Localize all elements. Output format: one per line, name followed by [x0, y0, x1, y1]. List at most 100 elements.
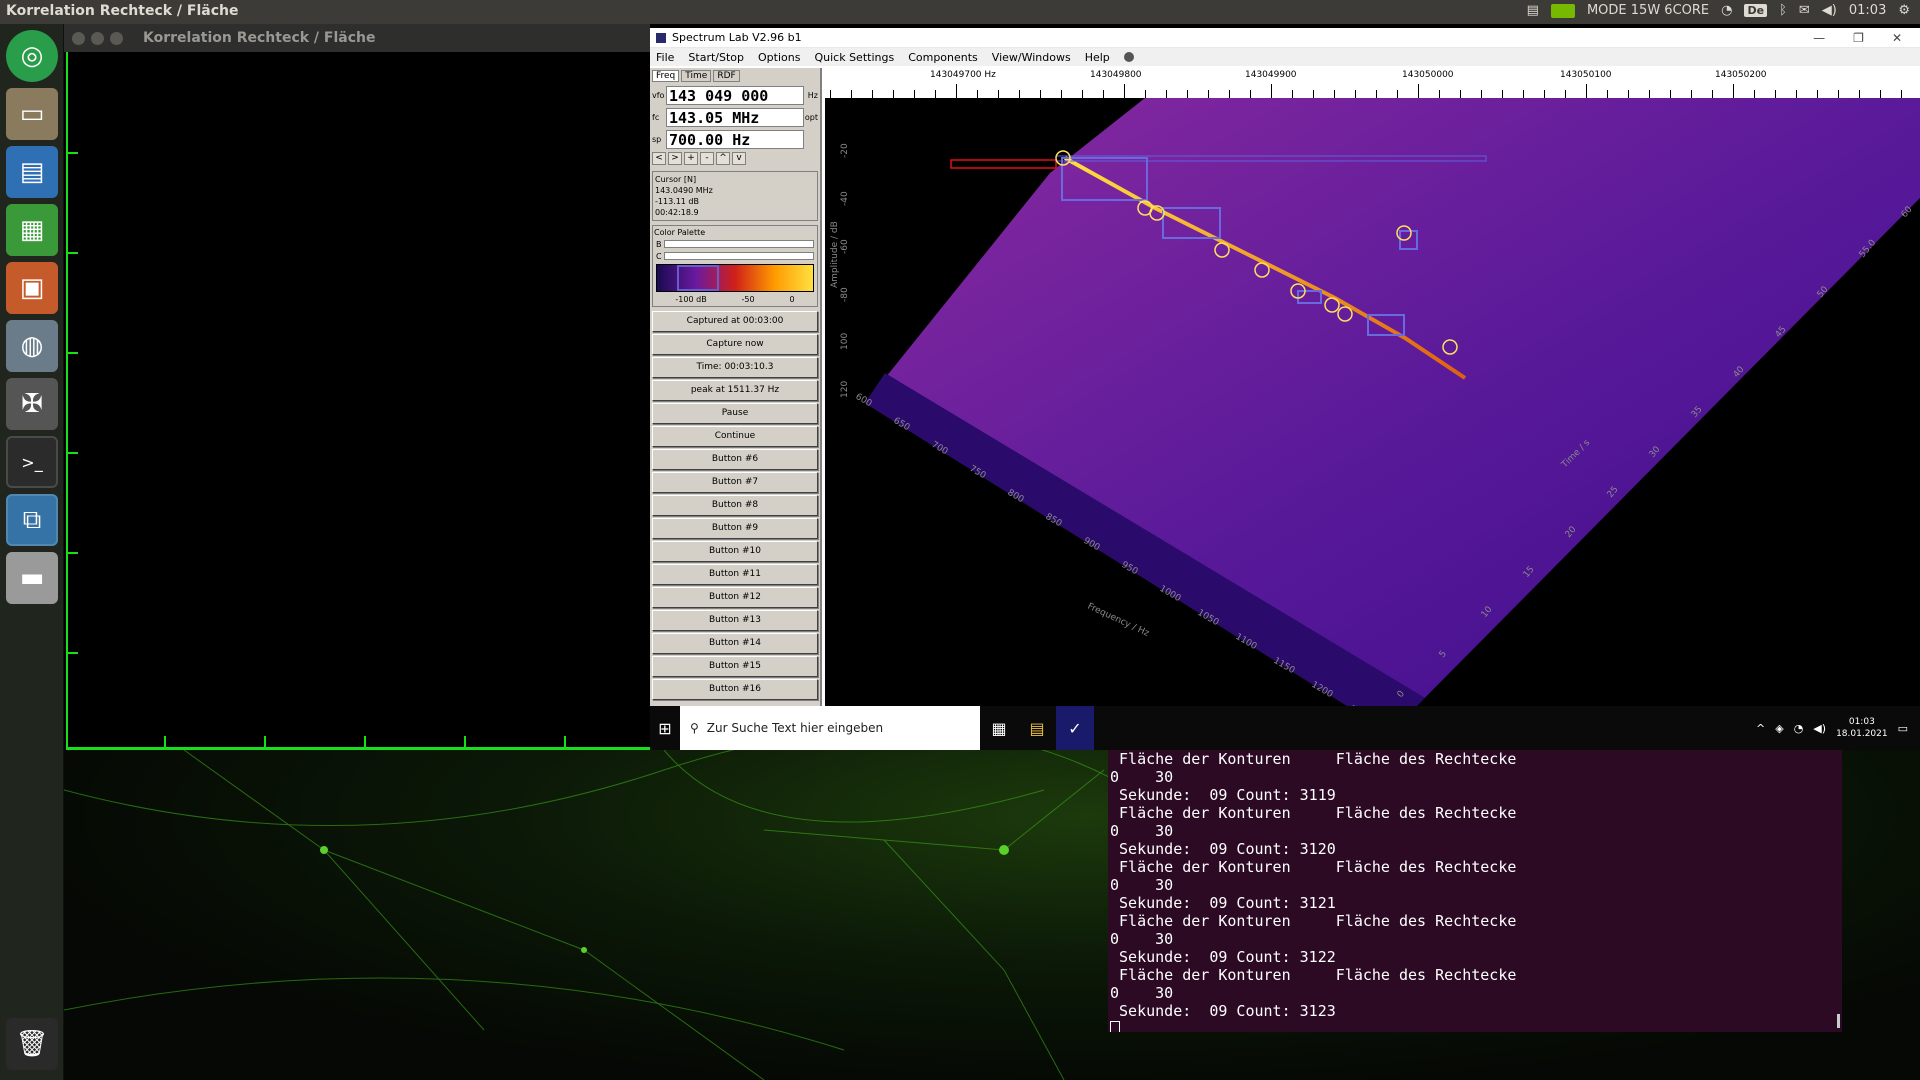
x-tick [264, 736, 266, 748]
menu-view-windows[interactable]: View/Windows [992, 51, 1071, 64]
panel-button[interactable]: Button #7 [652, 472, 818, 493]
panel-button[interactable]: peak at 1511.37 Hz [652, 380, 818, 401]
trash-icon[interactable]: 🗑 [6, 1018, 58, 1070]
tab-rdf[interactable]: RDF [713, 70, 740, 82]
wifi-icon[interactable]: ◔ [1721, 3, 1732, 18]
panel-button[interactable]: Pause [652, 403, 818, 424]
power-mode-label[interactable]: MODE 15W 6CORE [1587, 3, 1709, 18]
terminal-line: Sekunde: 09 Count: 3123 [1110, 1002, 1336, 1020]
panel-button[interactable]: Button #11 [652, 564, 818, 585]
panel-button[interactable]: Capture now [652, 334, 818, 355]
3d-waterfall-view[interactable]: 143049700 Hz 143049800 143049900 143050000 1… [825, 68, 1920, 706]
mail-icon[interactable]: ✉ [1799, 3, 1810, 18]
notification-icon[interactable]: ▭ [1898, 722, 1908, 735]
menu-file[interactable]: File [656, 51, 674, 64]
minimize-icon[interactable] [91, 31, 104, 45]
volume-icon[interactable]: ◀) [1822, 3, 1837, 18]
panel-button[interactable]: Time: 00:03:10.3 [652, 357, 818, 378]
terminal-line: Sekunde: 09 Count: 3122 [1110, 948, 1336, 966]
menu-start-stop[interactable]: Start/Stop [688, 51, 744, 64]
spectrum-lab-titlebar[interactable]: Spectrum Lab V2.96 b1 — ❐ ✕ [650, 28, 1920, 48]
sp-field[interactable]: 700.00 Hz [666, 129, 804, 149]
search-box[interactable]: ⚲ Zur Suche Text hier eingeben [680, 706, 980, 750]
windows-taskbar: ⊞ ⚲ Zur Suche Text hier eingeben ▦ ▤ ✓ ^… [650, 706, 1920, 750]
menu-help[interactable]: Help [1085, 51, 1110, 64]
down-button[interactable]: v [732, 152, 746, 165]
terminal-window[interactable]: Fläche der Konturen Fläche des Rechtecke… [1108, 750, 1842, 1032]
x-tick [364, 736, 366, 748]
software-center-icon[interactable]: ◍ [6, 320, 58, 372]
panel-button[interactable]: Captured at 00:03:00 [652, 311, 818, 332]
menu-quick-settings[interactable]: Quick Settings [814, 51, 894, 64]
color-palette-group: Color Palette B C -100 dB -50 0 [652, 225, 818, 307]
color-palette-bar[interactable] [656, 264, 814, 292]
minimize-icon[interactable]: — [1813, 31, 1825, 45]
files-icon[interactable]: ▭ [6, 88, 58, 140]
zoom-in-button[interactable]: + [684, 152, 698, 165]
windows-start-icon[interactable]: ⊞ [650, 719, 680, 738]
contrast-slider[interactable]: C [654, 250, 816, 262]
panel-button[interactable]: Continue [652, 426, 818, 447]
shift-left-button[interactable]: < [652, 152, 666, 165]
restore-icon[interactable]: ❐ [1853, 31, 1864, 45]
panel-button[interactable]: Button #12 [652, 587, 818, 608]
spectrum-lab-taskbar-icon[interactable]: ✓ [1056, 706, 1094, 750]
vfo-field[interactable]: 143 049 000 [666, 85, 804, 105]
up-button[interactable]: ^ [716, 152, 730, 165]
terminal-prompt[interactable] [1108, 1020, 1842, 1032]
windows-clock[interactable]: 01:03 18.01.2021 [1836, 716, 1888, 740]
settings-gear-icon[interactable]: ⚙ [1898, 3, 1910, 18]
cursor-level: -113.11 dB [655, 197, 699, 206]
frequency-label: 143050000 [1402, 70, 1454, 80]
system-settings-icon[interactable]: ✠ [6, 378, 58, 430]
chevron-up-icon[interactable]: ^ [1756, 722, 1765, 735]
panel-button[interactable]: Button #16 [652, 679, 818, 700]
fc-field[interactable]: 143.05 MHz [666, 107, 804, 127]
explorer-icon[interactable]: ▤ [1018, 706, 1056, 750]
clipboard-icon[interactable]: ▤ [1527, 3, 1539, 18]
terminal-scrollbar[interactable] [1837, 1014, 1840, 1028]
panel-button[interactable]: Button #14 [652, 633, 818, 654]
panel-button[interactable]: Button #6 [652, 449, 818, 470]
network-icon[interactable]: ◈ [1775, 722, 1783, 735]
terminal-line: Fläche der Konturen Fläche des Rechtecke [1110, 966, 1517, 984]
ubuntu-home-icon[interactable]: ◎ [6, 30, 58, 82]
highlight-bar [950, 159, 1057, 169]
panel-button[interactable]: Button #13 [652, 610, 818, 631]
tab-time[interactable]: Time [681, 70, 712, 82]
brightness-slider[interactable]: B [654, 238, 816, 250]
terminal-line: 0 30 [1110, 876, 1174, 894]
panel-button[interactable]: Button #10 [652, 541, 818, 562]
terminal-line: Fläche der Konturen Fläche des Rechtecke [1110, 912, 1517, 930]
panel-button[interactable]: Button #15 [652, 656, 818, 677]
volume-icon[interactable]: ◀) [1813, 722, 1826, 735]
correlation-window-titlebar[interactable]: Korrelation Rechteck / Fläche [64, 24, 650, 52]
maximize-icon[interactable] [110, 31, 123, 45]
terminal-icon[interactable]: >_ [6, 436, 58, 488]
menu-components[interactable]: Components [908, 51, 978, 64]
wifi-icon[interactable]: ◔ [1794, 722, 1804, 735]
python-icon[interactable]: ⧉ [6, 494, 58, 546]
palette-title: Color Palette [654, 228, 706, 237]
drive-icon[interactable]: ▬ [6, 552, 58, 604]
clock[interactable]: 01:03 [1849, 3, 1886, 18]
shift-right-button[interactable]: > [668, 152, 682, 165]
close-icon[interactable]: ✕ [1892, 31, 1902, 45]
frequency-tick-label: 600 [854, 392, 874, 409]
terminal-line: 0 30 [1110, 930, 1174, 948]
3d-spectrum-plot[interactable]: -20-40-60-80100120 600650700750800850900… [825, 98, 1920, 706]
menu-options[interactable]: Options [758, 51, 800, 64]
calc-icon[interactable]: ▦ [6, 204, 58, 256]
close-icon[interactable] [72, 31, 85, 45]
impress-icon[interactable]: ▣ [6, 262, 58, 314]
zoom-out-button[interactable]: - [700, 152, 714, 165]
panel-button[interactable]: Button #8 [652, 495, 818, 516]
nvidia-icon[interactable] [1550, 3, 1575, 18]
keyboard-layout-indicator[interactable]: De [1744, 4, 1768, 17]
bluetooth-icon[interactable]: ᛒ [1779, 3, 1787, 18]
writer-icon[interactable]: ▤ [6, 146, 58, 198]
tab-freq[interactable]: Freq [652, 70, 680, 82]
opt-button[interactable]: opt [804, 113, 818, 122]
panel-button[interactable]: Button #9 [652, 518, 818, 539]
calculator-icon[interactable]: ▦ [980, 706, 1018, 750]
